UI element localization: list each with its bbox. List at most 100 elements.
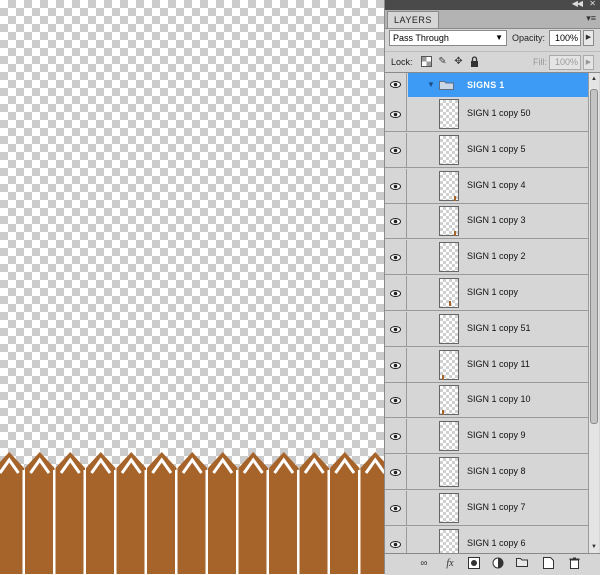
layer-row[interactable]: SIGN 1 copy 50 [385, 97, 588, 132]
visibility-toggle[interactable] [385, 132, 407, 167]
fence-picket [238, 452, 269, 574]
tab-layers[interactable]: LAYERS [387, 11, 439, 28]
layer-indent [408, 419, 437, 453]
scroll-down-icon[interactable]: ▼ [589, 542, 599, 552]
layer-thumbnail [439, 170, 459, 201]
new-group-icon[interactable] [515, 557, 529, 571]
layer-mask-icon[interactable] [467, 557, 481, 571]
layer-row[interactable]: SIGN 1 copy 2 [385, 240, 588, 276]
layer-indent [408, 491, 437, 525]
layer-thumbnail [439, 313, 459, 344]
visibility-toggle[interactable] [385, 526, 407, 553]
visibility-toggle[interactable] [385, 490, 407, 525]
group-expand-triangle-icon[interactable]: ▼ [427, 80, 435, 89]
trash-icon[interactable] [567, 557, 581, 571]
layer-row[interactable]: SIGN 1 copy 8 [385, 455, 588, 490]
visibility-toggle[interactable] [385, 311, 407, 346]
fence-picket [330, 452, 361, 574]
document-canvas[interactable] [0, 0, 384, 574]
layers-scrollbar[interactable]: ▲ ▼ [588, 73, 599, 553]
fence-picket [55, 452, 86, 574]
layer-indent [408, 348, 437, 382]
layer-row[interactable]: SIGN 1 copy 4 [385, 168, 588, 204]
collapse-icon[interactable]: ◀◀ [572, 0, 583, 8]
layer-indent [408, 204, 437, 238]
close-icon[interactable]: ✕ [589, 0, 596, 8]
visibility-toggle[interactable] [385, 419, 407, 454]
layers-list: ▼ SIGNS 1 SIGN 1 copy 50 SIGN 1 copy 5 SIG… [385, 73, 588, 553]
fence-picket [299, 452, 330, 574]
layers-panel: ◀◀ ✕ LAYERS ▾≡ Pass Through ▼ Opacity: 1… [384, 0, 600, 575]
eye-icon [390, 325, 401, 333]
layer-indent [408, 455, 437, 489]
eye-icon [390, 361, 401, 369]
visibility-toggle[interactable] [385, 347, 407, 382]
layer-name: SIGN 1 copy 9 [467, 430, 526, 441]
layer-indent [408, 527, 437, 553]
eye-icon [390, 433, 401, 441]
layer-thumbnail [439, 421, 459, 452]
scroll-up-icon[interactable]: ▲ [589, 74, 599, 84]
link-layers-icon[interactable]: ∞ [417, 557, 431, 571]
fence-picket [86, 452, 117, 574]
layer-indent [408, 169, 437, 203]
adjustment-layer-icon[interactable] [491, 557, 505, 571]
layer-name: SIGN 1 copy 5 [467, 143, 526, 154]
opacity-slider-button[interactable]: ▶ [583, 30, 594, 46]
lock-transparent-pixels-icon[interactable] [421, 56, 432, 67]
layer-thumbnail [439, 242, 459, 273]
visibility-toggle[interactable] [385, 240, 407, 275]
opacity-input[interactable]: 100% [549, 30, 581, 46]
visibility-toggle[interactable] [385, 204, 407, 239]
lock-image-pixels-icon[interactable]: ✎ [437, 56, 448, 67]
layer-indent [408, 383, 437, 417]
blend-mode-select[interactable]: Pass Through ▼ [389, 30, 507, 46]
visibility-toggle[interactable] [385, 168, 407, 203]
new-layer-icon[interactable] [541, 557, 555, 571]
layer-group-row[interactable]: ▼ SIGNS 1 [385, 73, 588, 97]
group-name: SIGNS 1 [467, 80, 505, 90]
visibility-toggle[interactable] [385, 73, 407, 97]
layer-indent [408, 133, 437, 167]
lock-position-icon[interactable]: ✥ [453, 56, 464, 67]
layer-row[interactable]: SIGN 1 copy 7 [385, 490, 588, 526]
lock-row: Lock: ✎ ✥ Fill: 100% ▶ [385, 51, 600, 73]
fill-slider-button[interactable]: ▶ [583, 55, 594, 70]
fill-input[interactable]: 100% [549, 55, 581, 70]
visibility-toggle[interactable] [385, 383, 407, 418]
layer-row[interactable]: SIGN 1 copy 5 [385, 132, 588, 168]
layer-row[interactable]: SIGN 1 copy 11 [385, 347, 588, 383]
panel-menu-icon[interactable]: ▾≡ [586, 13, 596, 24]
layer-row[interactable]: SIGN 1 copy [385, 276, 588, 311]
eye-icon [390, 111, 401, 118]
visibility-toggle[interactable] [385, 276, 407, 310]
fx-icon[interactable]: fx [443, 557, 457, 571]
layer-name: SIGN 1 copy 51 [467, 322, 531, 333]
thumbnail-content-mark [442, 410, 444, 416]
eye-icon [390, 469, 401, 476]
layer-row[interactable]: SIGN 1 copy 6 [385, 526, 588, 553]
layer-name: SIGN 1 copy 4 [467, 179, 526, 190]
layer-thumbnail [439, 349, 459, 380]
layer-row[interactable]: SIGN 1 copy 10 [385, 383, 588, 419]
thumbnail-content-mark [442, 374, 444, 380]
scrollbar-thumb[interactable] [590, 89, 598, 424]
lock-all-icon[interactable] [469, 56, 480, 67]
visibility-toggle[interactable] [385, 455, 407, 489]
eye-icon [390, 81, 401, 88]
layer-row[interactable]: SIGN 1 copy 3 [385, 204, 588, 240]
panel-title-bar: ◀◀ ✕ [385, 0, 600, 10]
eye-icon [390, 504, 401, 512]
eye-icon [390, 218, 401, 226]
layer-name: SIGN 1 copy 6 [467, 537, 526, 548]
layer-row[interactable]: SIGN 1 copy 51 [385, 311, 588, 347]
layer-indent [408, 97, 437, 131]
layer-name: SIGN 1 copy 50 [467, 108, 531, 118]
layer-name: SIGN 1 copy 11 [467, 358, 530, 369]
visibility-toggle[interactable] [385, 97, 407, 131]
fence-picket [116, 452, 147, 574]
fence-picket [360, 452, 384, 574]
blend-mode-value: Pass Through [393, 33, 449, 43]
eye-icon [390, 182, 401, 190]
layer-row[interactable]: SIGN 1 copy 9 [385, 419, 588, 455]
